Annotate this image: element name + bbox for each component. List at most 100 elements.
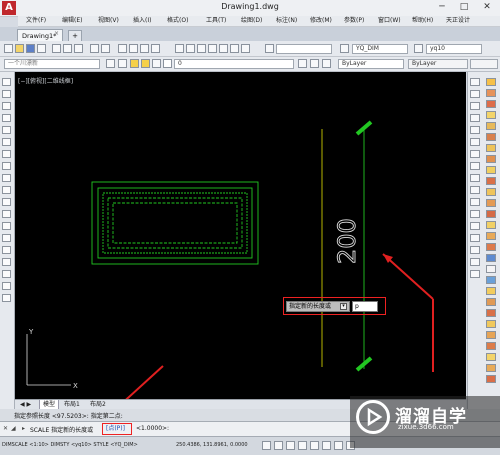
arc-icon[interactable]	[2, 138, 11, 146]
erase-icon[interactable]	[486, 78, 496, 86]
multiline-text-icon[interactable]	[2, 294, 11, 302]
menu-insert[interactable]: 插入(I)	[133, 16, 151, 26]
menu-window[interactable]: 窗口(W)	[378, 16, 401, 26]
center-mark-icon[interactable]	[470, 222, 480, 230]
command-close-icon[interactable]: ✕	[3, 425, 8, 432]
undo-icon[interactable]	[90, 44, 99, 53]
divide-icon[interactable]	[486, 364, 496, 372]
dynamic-input-arrow-icon[interactable]: ▾	[340, 303, 347, 310]
stretch-icon[interactable]	[486, 166, 496, 174]
aligned-dim-icon[interactable]	[470, 90, 480, 98]
menu-dimension[interactable]: 标注(N)	[276, 16, 297, 26]
object-snap-icon[interactable]	[310, 441, 319, 450]
construction-line-icon[interactable]	[2, 90, 11, 98]
linetype-combo[interactable]: ByLayer	[408, 59, 468, 69]
minimize-button[interactable]: ─	[431, 1, 453, 14]
color-combo[interactable]: ByLayer	[338, 59, 404, 69]
radius-icon[interactable]	[470, 126, 480, 134]
command-option-point[interactable]: [点(P)]	[102, 423, 132, 435]
copy-icon[interactable]	[63, 44, 72, 53]
spline-icon[interactable]	[2, 174, 11, 182]
menu-file[interactable]: 文件(F)	[26, 16, 46, 26]
text-style-combo[interactable]	[276, 44, 332, 54]
help-icon[interactable]	[241, 44, 250, 53]
design-center-icon[interactable]	[186, 44, 195, 53]
menu-help[interactable]: 帮助(H)	[412, 16, 433, 26]
ortho-mode-icon[interactable]	[286, 441, 295, 450]
open-file-icon[interactable]	[15, 44, 24, 53]
extend-icon[interactable]	[486, 188, 496, 196]
explode-icon[interactable]	[486, 243, 496, 251]
menu-edit[interactable]: 编辑(E)	[62, 16, 82, 26]
hatch-icon[interactable]	[2, 246, 11, 254]
table-style-icon[interactable]	[414, 44, 423, 53]
layer-previous-icon[interactable]	[310, 59, 319, 68]
fillet-icon[interactable]	[486, 232, 496, 240]
menu-tools[interactable]: 工具(T)	[206, 16, 226, 26]
menu-modify[interactable]: 修改(M)	[310, 16, 332, 26]
make-block-icon[interactable]	[2, 222, 11, 230]
paste-icon[interactable]	[74, 44, 83, 53]
trim-icon[interactable]	[486, 177, 496, 185]
menu-draw[interactable]: 绘图(D)	[241, 16, 262, 26]
zoom-icon[interactable]	[129, 44, 138, 53]
polar-tracking-icon[interactable]	[298, 441, 307, 450]
draw-order-icon[interactable]	[486, 331, 496, 339]
dynamic-ucs-icon[interactable]	[334, 441, 343, 450]
inspection-icon[interactable]	[470, 234, 480, 242]
offset-icon[interactable]	[486, 111, 496, 119]
dim-style-combo[interactable]: YQ_DIM	[352, 44, 408, 54]
zoom-window-icon[interactable]	[140, 44, 149, 53]
area-icon[interactable]	[486, 287, 496, 295]
mirror-icon[interactable]	[486, 100, 496, 108]
layer-lock-icon[interactable]	[152, 59, 161, 68]
maximize-button[interactable]: □	[453, 1, 475, 14]
join-icon[interactable]	[486, 210, 496, 218]
calculator-icon[interactable]	[230, 44, 239, 53]
distance-icon[interactable]	[486, 276, 496, 284]
workspace-combo[interactable]: 一个川漂新	[4, 59, 100, 69]
layer-combo[interactable]: 0	[174, 59, 294, 69]
jogged-icon[interactable]	[470, 138, 480, 146]
ellipse-icon[interactable]	[2, 186, 11, 194]
lengthen-icon[interactable]	[486, 353, 496, 361]
tool-palette-icon[interactable]	[197, 44, 206, 53]
group-icon[interactable]	[486, 309, 496, 317]
rotate-icon[interactable]	[486, 144, 496, 152]
table-icon[interactable]	[2, 282, 11, 290]
region-icon[interactable]	[2, 270, 11, 278]
ungroup-icon[interactable]	[486, 320, 496, 328]
menu-parametric[interactable]: 参数(P)	[344, 16, 364, 26]
point-icon[interactable]	[2, 234, 11, 242]
dim-style-icon[interactable]	[340, 44, 349, 53]
layer-state-icon[interactable]	[322, 59, 331, 68]
tab-layout1[interactable]: 布局1	[61, 400, 83, 409]
layer-freeze-icon[interactable]	[141, 59, 150, 68]
text-style-icon[interactable]	[265, 44, 274, 53]
make-current-layer-icon[interactable]	[298, 59, 307, 68]
insert-block-icon[interactable]	[2, 210, 11, 218]
pan-icon[interactable]	[118, 44, 127, 53]
properties-icon[interactable]	[175, 44, 184, 53]
snap-mode-icon[interactable]	[262, 441, 271, 450]
print-icon[interactable]	[37, 44, 46, 53]
polygon-icon[interactable]	[2, 114, 11, 122]
grid-display-icon[interactable]	[274, 441, 283, 450]
polyline-icon[interactable]	[2, 102, 11, 110]
menu-view[interactable]: 视图(V)	[98, 16, 119, 26]
move-icon[interactable]	[486, 133, 496, 141]
linear-dim-icon[interactable]	[470, 78, 480, 86]
align-icon[interactable]	[486, 342, 496, 350]
workspace-settings-icon[interactable]	[106, 59, 115, 68]
object-snap-tracking-icon[interactable]	[322, 441, 331, 450]
layer-on-icon[interactable]	[130, 59, 139, 68]
line-icon[interactable]	[2, 78, 11, 86]
save-icon[interactable]	[26, 44, 35, 53]
tab-close-icon[interactable]: ×	[54, 30, 59, 37]
diameter-icon[interactable]	[470, 150, 480, 158]
cut-icon[interactable]	[52, 44, 61, 53]
ellipse-arc-icon[interactable]	[2, 198, 11, 206]
measure-icon[interactable]	[486, 375, 496, 383]
break-icon[interactable]	[486, 199, 496, 207]
dim-update-icon[interactable]	[470, 270, 480, 278]
